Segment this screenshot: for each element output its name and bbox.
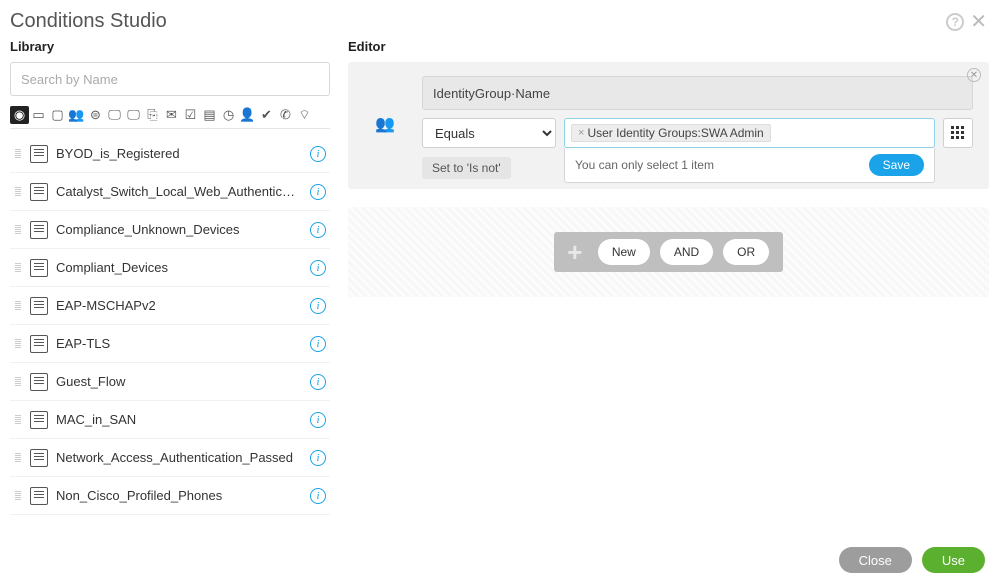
remove-tag-icon[interactable]: × — [578, 127, 584, 139]
close-button[interactable]: Close — [839, 547, 912, 573]
library-item[interactable]: Catalyst_Switch_Local_Web_Authentication… — [10, 173, 330, 211]
filter-idcard-icon[interactable]: ▭ — [29, 106, 48, 124]
library-item-label: MAC_in_SAN — [56, 412, 302, 427]
library-item-label: EAP-MSCHAPv2 — [56, 298, 302, 313]
drag-handle-icon[interactable] — [14, 491, 22, 500]
info-icon[interactable]: i — [310, 374, 326, 390]
library-item-label: EAP-TLS — [56, 336, 302, 351]
search-input[interactable] — [10, 62, 330, 96]
library-item-label: BYOD_is_Registered — [56, 146, 302, 161]
info-icon[interactable]: i — [310, 298, 326, 314]
editor-title: Editor — [348, 39, 989, 54]
filter-check-icon[interactable]: ✔ — [257, 106, 276, 124]
add-condition-bar: + New AND OR — [554, 232, 783, 272]
close-icon[interactable]: ✕ — [970, 12, 987, 32]
value-dropdown: You can only select 1 item Save — [564, 148, 935, 183]
remove-rule-icon[interactable]: ✕ — [967, 68, 981, 82]
condition-icon — [30, 259, 48, 277]
info-icon[interactable]: i — [310, 260, 326, 276]
library-item[interactable]: Network_Access_Authentication_Passed i — [10, 439, 330, 477]
filter-person-icon[interactable]: 👤 — [238, 106, 257, 124]
info-icon[interactable]: i — [310, 488, 326, 504]
drag-handle-icon[interactable] — [14, 415, 22, 424]
drag-handle-icon[interactable] — [14, 263, 22, 272]
library-item-label: Network_Access_Authentication_Passed — [56, 450, 302, 465]
info-icon[interactable]: i — [310, 184, 326, 200]
library-title: Library — [10, 39, 330, 54]
library-item[interactable]: Compliant_Devices i — [10, 249, 330, 287]
condition-icon — [30, 221, 48, 239]
filter-group-icon[interactable]: 👥 — [67, 106, 86, 124]
use-button[interactable]: Use — [922, 547, 985, 573]
condition-icon — [30, 487, 48, 505]
filter-msg-icon[interactable]: ✉ — [162, 106, 181, 124]
library-item[interactable]: MAC_in_SAN i — [10, 401, 330, 439]
grid-icon — [951, 126, 965, 140]
drag-handle-icon[interactable] — [14, 187, 22, 196]
info-icon[interactable]: i — [310, 146, 326, 162]
condition-icon — [30, 297, 48, 315]
attribute-field[interactable]: IdentityGroup·Name — [422, 76, 973, 110]
and-button[interactable]: AND — [660, 239, 713, 265]
save-button[interactable]: Save — [869, 154, 924, 176]
info-icon[interactable]: i — [310, 336, 326, 352]
filter-monitor1-icon[interactable]: 🖵 — [105, 106, 124, 124]
filter-icon-strip: ◉ ▭ ▢ 👥 ⊜ 🖵 🖵 ⎘ ✉ ☑ ▤ ◷ 👤 ✔ ✆ ⌔ — [10, 106, 330, 129]
library-item-label: Guest_Flow — [56, 374, 302, 389]
filter-location-icon[interactable]: ◉ — [10, 106, 29, 124]
library-item-label: Non_Cisco_Profiled_Phones — [56, 488, 302, 503]
filter-cert-icon[interactable]: ⎘ — [143, 106, 162, 124]
condition-icon — [30, 145, 48, 163]
plus-icon: + — [562, 239, 588, 265]
library-item[interactable]: Non_Cisco_Profiled_Phones i — [10, 477, 330, 515]
info-icon[interactable]: i — [310, 222, 326, 238]
value-input[interactable]: × User Identity Groups:SWA Admin — [564, 118, 935, 148]
operator-select[interactable]: Equals — [422, 118, 556, 148]
filter-wifi-icon[interactable]: ⌔ — [295, 106, 314, 124]
library-item[interactable]: EAP-TLS i — [10, 325, 330, 363]
value-tag: × User Identity Groups:SWA Admin — [571, 124, 771, 142]
condition-icon — [30, 449, 48, 467]
info-icon[interactable]: i — [310, 450, 326, 466]
set-is-not-button[interactable]: Set to 'Is not' — [422, 157, 511, 179]
value-tag-label: User Identity Groups:SWA Admin — [587, 126, 763, 140]
dropdown-message: You can only select 1 item — [575, 158, 714, 172]
drag-handle-icon[interactable] — [14, 377, 22, 386]
page-title: Conditions Studio — [10, 10, 167, 33]
library-item-label: Catalyst_Switch_Local_Web_Authentication — [56, 184, 302, 199]
drag-handle-icon[interactable] — [14, 339, 22, 348]
filter-clock-icon[interactable]: ◷ — [219, 106, 238, 124]
filter-device-icon[interactable]: ▢ — [48, 106, 67, 124]
filter-globe-icon[interactable]: ⊜ — [86, 106, 105, 124]
library-list: BYOD_is_Registered i Catalyst_Switch_Loc… — [10, 135, 330, 530]
library-item[interactable]: BYOD_is_Registered i — [10, 135, 330, 173]
filter-monitor2-icon[interactable]: 🖵 — [124, 106, 143, 124]
library-item-label: Compliance_Unknown_Devices — [56, 222, 302, 237]
filter-doc-icon[interactable]: ☑ — [181, 106, 200, 124]
condition-icon — [30, 335, 48, 353]
filter-app-icon[interactable]: ▤ — [200, 106, 219, 124]
condition-icon — [30, 373, 48, 391]
filter-phone-icon[interactable]: ✆ — [276, 106, 295, 124]
condition-icon — [30, 183, 48, 201]
library-item-label: Compliant_Devices — [56, 260, 302, 275]
library-item[interactable]: EAP-MSCHAPv2 i — [10, 287, 330, 325]
editor-panel: ✕ 👥 IdentityGroup·Name Equals × U — [348, 62, 989, 189]
library-item[interactable]: Guest_Flow i — [10, 363, 330, 401]
drag-handle-icon[interactable] — [14, 453, 22, 462]
or-button[interactable]: OR — [723, 239, 769, 265]
drag-handle-icon[interactable] — [14, 301, 22, 310]
info-icon[interactable]: i — [310, 412, 326, 428]
drag-handle-icon[interactable] — [14, 225, 22, 234]
identity-group-icon: 👥 — [362, 76, 408, 134]
drag-handle-icon[interactable] — [14, 149, 22, 158]
new-button[interactable]: New — [598, 239, 650, 265]
grid-picker-button[interactable] — [943, 118, 973, 148]
library-item[interactable]: Compliance_Unknown_Devices i — [10, 211, 330, 249]
condition-icon — [30, 411, 48, 429]
help-icon[interactable]: ? — [946, 13, 964, 31]
drop-zone: + New AND OR — [348, 207, 989, 297]
